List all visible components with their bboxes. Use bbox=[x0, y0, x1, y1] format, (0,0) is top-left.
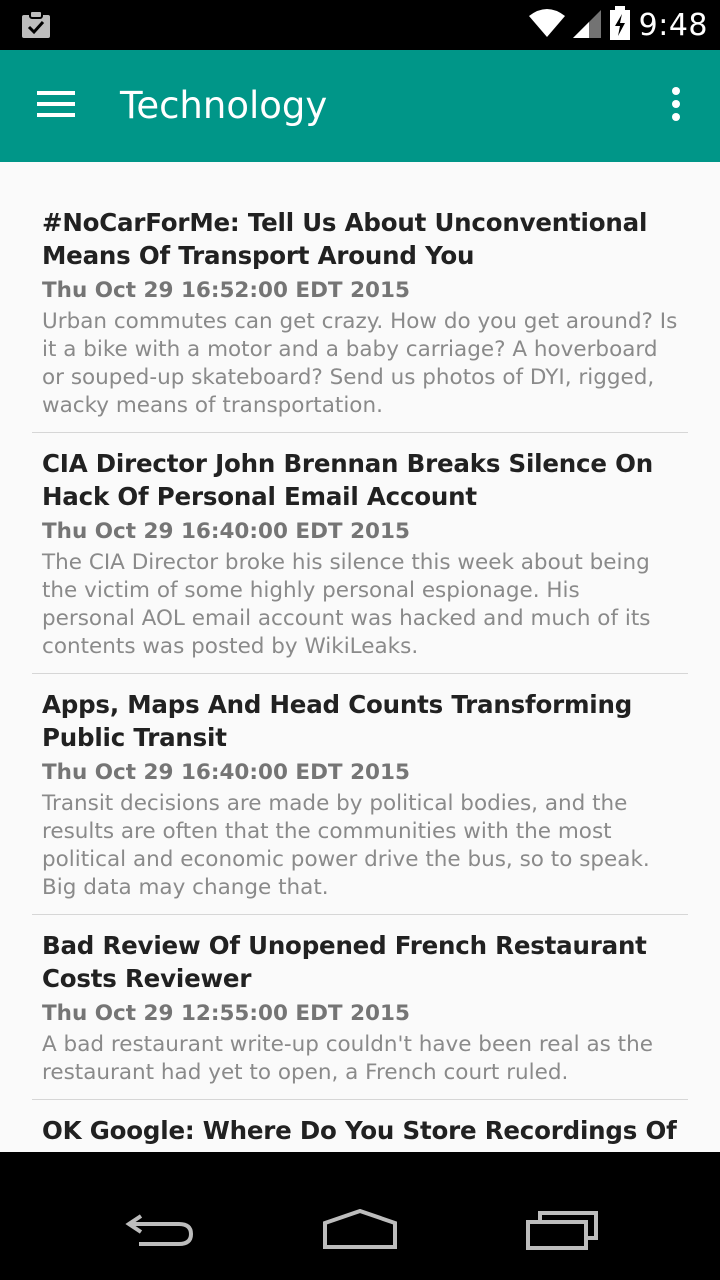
article-date: Thu Oct 29 16:40:00 EDT 2015 bbox=[42, 760, 410, 785]
status-bar: 9:48 bbox=[0, 0, 720, 50]
page-title: Technology bbox=[120, 84, 328, 127]
hamburger-menu-icon bbox=[37, 90, 75, 122]
article-item[interactable]: #NoCarForMe: Tell Us About Unconventiona… bbox=[32, 206, 688, 433]
article-title: #NoCarForMe: Tell Us About Unconventiona… bbox=[42, 208, 648, 270]
recents-icon bbox=[526, 1210, 598, 1254]
article-list: #NoCarForMe: Tell Us About Unconventiona… bbox=[0, 162, 720, 1152]
article-title: Bad Review Of Unopened French Restaurant… bbox=[42, 931, 647, 993]
article-description: A bad restaurant write-up couldn't have … bbox=[42, 1032, 653, 1085]
article-date: Thu Oct 29 16:52:00 EDT 2015 bbox=[42, 278, 410, 303]
home-icon bbox=[322, 1208, 398, 1255]
system-navigation-bar bbox=[0, 1184, 720, 1280]
overflow-menu-icon bbox=[672, 87, 680, 125]
article-item[interactable]: Bad Review Of Unopened French Restaurant… bbox=[32, 915, 688, 1100]
home-button[interactable] bbox=[310, 1202, 410, 1262]
article-description: Urban commutes can get crazy. How do you… bbox=[42, 309, 678, 418]
notification-clipboard-icon bbox=[20, 10, 52, 40]
article-list-container[interactable]: #NoCarForMe: Tell Us About Unconventiona… bbox=[0, 162, 720, 1152]
article-title: Apps, Maps And Head Counts Transforming … bbox=[42, 690, 633, 752]
battery-charging-icon bbox=[609, 6, 631, 44]
navigation-drawer-button[interactable] bbox=[24, 80, 88, 132]
article-date: Thu Oct 29 12:55:00 EDT 2015 bbox=[42, 1001, 410, 1026]
back-icon bbox=[125, 1210, 195, 1254]
article-item[interactable]: OK Google: Where Do You Store Recordings… bbox=[32, 1100, 688, 1152]
cell-signal-icon bbox=[572, 8, 601, 42]
recents-button[interactable] bbox=[512, 1202, 612, 1262]
article-date: Thu Oct 29 16:40:00 EDT 2015 bbox=[42, 519, 410, 544]
article-title: OK Google: Where Do You Store Recordings… bbox=[42, 1116, 677, 1152]
article-title: CIA Director John Brennan Breaks Silence… bbox=[42, 449, 653, 511]
overflow-menu-button[interactable] bbox=[656, 80, 696, 132]
back-button[interactable] bbox=[110, 1202, 210, 1262]
app-bar: Technology bbox=[0, 50, 720, 162]
wifi-icon bbox=[528, 8, 565, 42]
article-item[interactable]: Apps, Maps And Head Counts Transforming … bbox=[32, 674, 688, 915]
status-time: 9:48 bbox=[638, 7, 708, 43]
article-description: The CIA Director broke his silence this … bbox=[42, 550, 651, 659]
article-item[interactable]: CIA Director John Brennan Breaks Silence… bbox=[32, 433, 688, 674]
article-description: Transit decisions are made by political … bbox=[42, 791, 650, 900]
